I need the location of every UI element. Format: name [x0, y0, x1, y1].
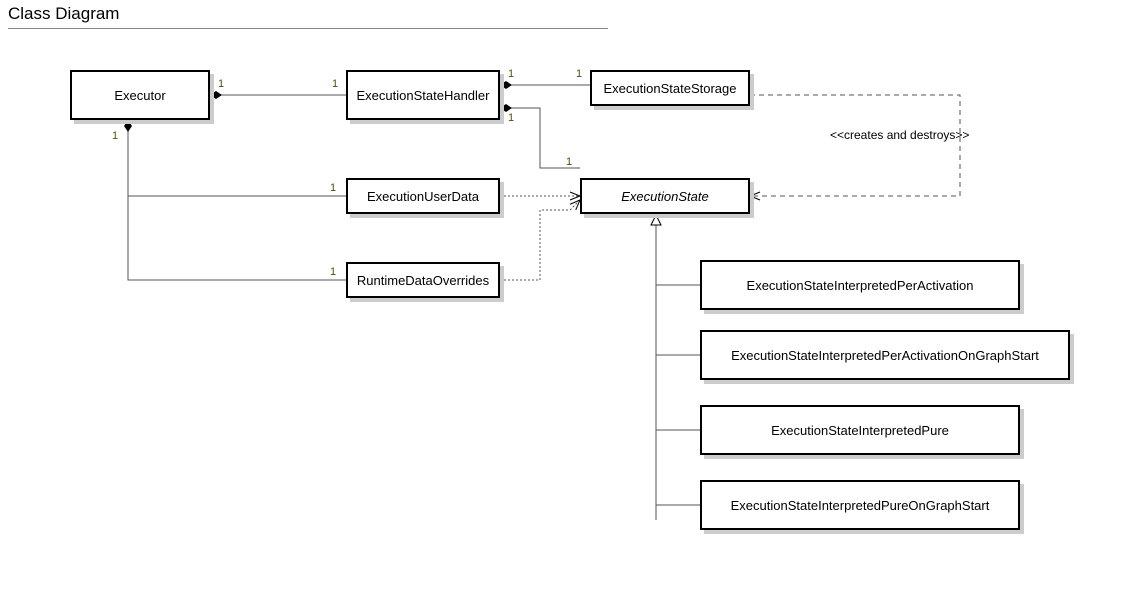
mult-storage-left: 1 — [576, 68, 582, 80]
title-underline — [8, 28, 608, 29]
class-exec-state-interpreted-per-activation: ExecutionStateInterpretedPerActivation — [700, 260, 1020, 310]
mult-userdata-left: 1 — [330, 182, 336, 194]
mult-handler-bottom: 1 — [508, 112, 514, 124]
mult-handler-left: 1 — [332, 78, 338, 90]
mult-executor-bottom: 1 — [112, 130, 118, 142]
mult-state-top: 1 — [566, 156, 572, 168]
annotation-creates-destroys: <<creates and destroys>> — [830, 128, 969, 142]
class-exec-state-interpreted-pure-on-graph-start: ExecutionStateInterpretedPureOnGraphStar… — [700, 480, 1020, 530]
mult-handler-right: 1 — [508, 68, 514, 80]
class-executor: Executor — [70, 70, 210, 120]
diagram-title: Class Diagram — [8, 4, 119, 24]
class-execution-state: ExecutionState — [580, 178, 750, 214]
mult-overrides-left: 1 — [330, 266, 336, 278]
class-execution-user-data: ExecutionUserData — [346, 178, 500, 214]
class-exec-state-interpreted-pure: ExecutionStateInterpretedPure — [700, 405, 1020, 455]
mult-executor-right: 1 — [218, 78, 224, 90]
class-execution-state-storage: ExecutionStateStorage — [590, 70, 750, 106]
class-execution-state-handler: ExecutionStateHandler — [346, 70, 500, 120]
class-runtime-data-overrides: RuntimeDataOverrides — [346, 262, 500, 298]
class-exec-state-interpreted-per-activation-on-graph-start: ExecutionStateInterpretedPerActivationOn… — [700, 330, 1070, 380]
